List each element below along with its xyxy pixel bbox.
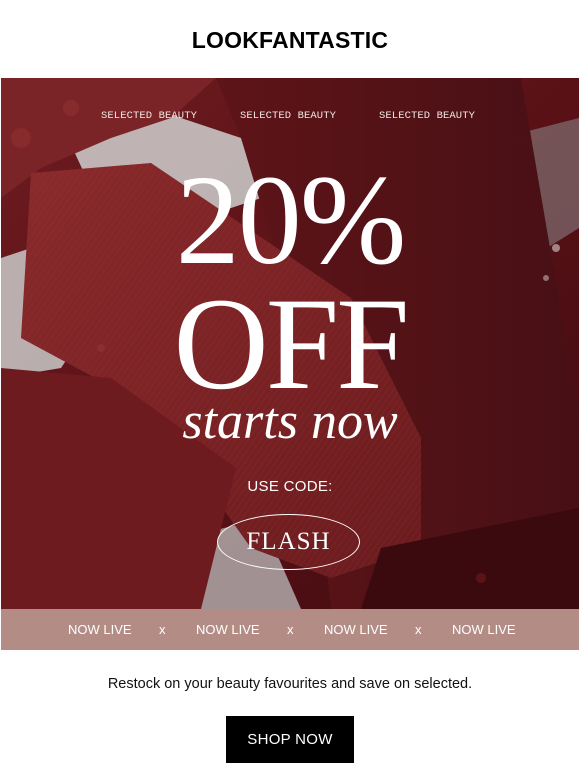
tagline-row: SELECTED BEAUTY SELECTED BEAUTY SELECTED… (1, 110, 579, 126)
ticker-now-live: NOW LIVE (196, 622, 260, 637)
header: LOOKFANTASTIC (0, 0, 580, 78)
headline-subtitle: starts now (182, 393, 398, 450)
headline-off: OFF (173, 270, 409, 417)
promo-code-label: USE CODE: (247, 478, 333, 495)
now-live-ticker: NOW LIVE x NOW LIVE x NOW LIVE x NOW LIV… (1, 609, 579, 650)
brand-logo[interactable]: LOOKFANTASTIC (192, 27, 388, 54)
ticker-now-live: NOW LIVE (452, 622, 516, 637)
shop-now-button[interactable]: SHOP NOW (226, 716, 354, 763)
ticker-separator: x (159, 622, 166, 637)
email-page: LOOKFANTASTIC SELECTED BEAUTY SELECTED B… (0, 0, 580, 774)
promo-code-badge: FLASH (217, 514, 360, 570)
ticker-separator: x (415, 622, 422, 637)
tagline-selected-beauty: SELECTED BEAUTY (101, 110, 198, 122)
tagline-selected-beauty: SELECTED BEAUTY (240, 110, 337, 122)
ticker-now-live: NOW LIVE (324, 622, 388, 637)
ticker-separator: x (287, 622, 294, 637)
hero-banner[interactable]: SELECTED BEAUTY SELECTED BEAUTY SELECTED… (1, 78, 579, 609)
headline-percent: 20% (175, 149, 407, 291)
ticker-now-live: NOW LIVE (68, 622, 132, 637)
tagline-selected-beauty: SELECTED BEAUTY (379, 110, 476, 122)
body-copy: Restock on your beauty favourites and sa… (107, 676, 473, 692)
